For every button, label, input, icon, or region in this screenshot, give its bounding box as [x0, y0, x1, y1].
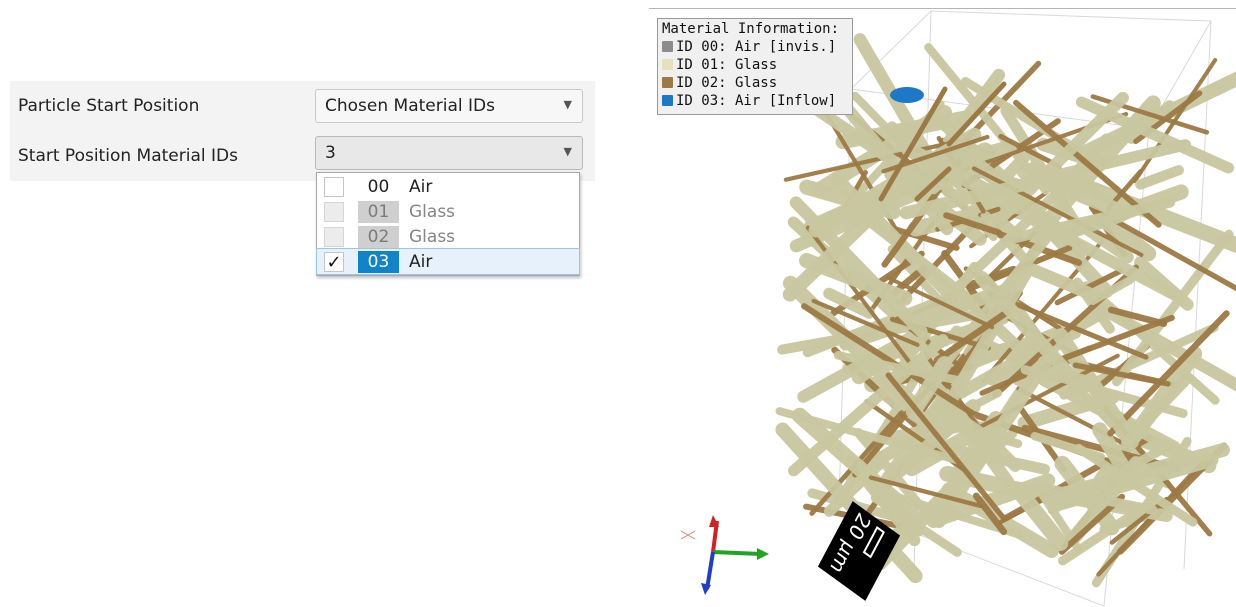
dropdown-item-00[interactable]: 00 Air — [317, 174, 579, 199]
legend-item: ID 03: Air [Inflow] — [662, 93, 836, 111]
axis-triad — [681, 515, 769, 595]
material-name: Glass — [409, 226, 455, 248]
legend-item-text: ID 02: Glass — [676, 75, 777, 91]
axis-x-arrowhead — [709, 515, 719, 527]
chevron-down-icon: ▼ — [564, 98, 572, 111]
particle-start-position-value: Chosen Material IDs — [325, 96, 495, 116]
chevron-down-icon: ▼ — [564, 145, 572, 158]
material-checkbox[interactable]: ✓ — [324, 252, 344, 272]
dropdown-item-01: 01 Glass — [317, 199, 579, 224]
axis-y-arrow — [713, 552, 761, 554]
particle-start-position-select[interactable]: Chosen Material IDs ▼ — [315, 89, 583, 123]
dropdown-item-03[interactable]: ✓ 03 Air — [317, 249, 579, 274]
legend-title: Material Information: — [662, 21, 839, 37]
material-legend: Material Information: ID 00: Air [invis.… — [657, 18, 853, 115]
fiber — [1044, 371, 1083, 381]
legend-item: ID 01: Glass — [662, 57, 777, 75]
fiber — [1140, 170, 1179, 184]
material-checkbox — [324, 227, 344, 247]
axis-y-arrowhead — [757, 548, 769, 560]
fiber-mesh — [780, 39, 1236, 583]
legend-item-text: ID 01: Glass — [676, 57, 777, 73]
axis-z-arrow — [707, 552, 713, 589]
legend-item: ID 02: Glass — [662, 75, 777, 93]
start-position-material-ids-label: Start Position Material IDs — [18, 146, 238, 166]
material-id-dropdown: 00 Air 01 Glass 02 Glass ✓ 03 Air — [316, 172, 580, 276]
material-cube-icon — [662, 41, 673, 52]
material-cube-icon — [662, 77, 673, 88]
material-id: 00 — [358, 176, 399, 198]
material-name: Air — [409, 176, 432, 198]
material-cube-icon — [662, 59, 673, 70]
inflow-marker — [890, 87, 924, 103]
dropdown-item-02: 02 Glass — [317, 224, 579, 249]
material-checkbox — [324, 202, 344, 222]
material-name: Air — [409, 251, 432, 273]
material-cube-icon — [662, 95, 673, 106]
legend-item-text: ID 00: Air [invis.] — [676, 39, 836, 55]
material-checkbox[interactable] — [324, 177, 344, 197]
material-id: 03 — [358, 251, 399, 273]
axis-z-arrowhead — [701, 583, 711, 595]
material-id: 02 — [358, 226, 399, 248]
start-position-material-ids-value: 3 — [325, 143, 336, 163]
material-name: Glass — [409, 201, 455, 223]
particle-start-position-label: Particle Start Position — [18, 96, 199, 116]
legend-item: ID 00: Air [invis.] — [662, 39, 836, 57]
material-id: 01 — [358, 201, 399, 223]
legend-item-text: ID 03: Air [Inflow] — [676, 93, 836, 109]
start-position-material-ids-select[interactable]: 3 ▼ — [315, 136, 583, 170]
